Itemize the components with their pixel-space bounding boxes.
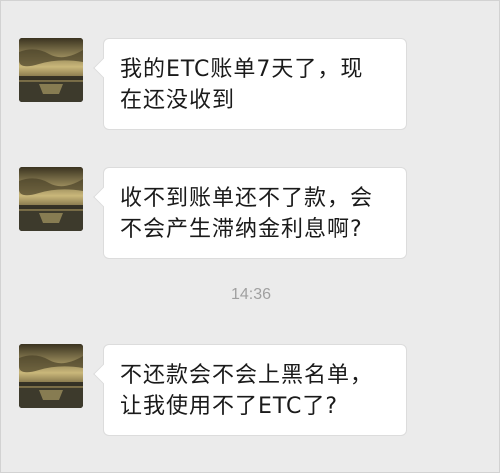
message-text: 不还款会不会上黑名单， 让我使用不了ETC了?	[120, 363, 374, 419]
sunset-sea-photo-icon	[19, 38, 83, 102]
message-timestamp: 14:36	[230, 286, 272, 303]
sunset-sea-photo-icon	[19, 167, 83, 231]
message-bubble[interactable]: 收不到账单还不了款，会 不会产生滞纳金利息啊?	[93, 167, 407, 259]
chat-window: 我的ETC账单7天了，现 在还没收到 收不到账单还不了款，会 不会产生滞纳金利息…	[0, 0, 500, 473]
message-text: 我的ETC账单7天了，现 在还没收到	[120, 57, 364, 113]
message-text: 收不到账单还不了款，会 不会产生滞纳金利息啊?	[120, 186, 374, 242]
sunset-sea-photo-icon	[19, 344, 83, 408]
avatar[interactable]	[19, 167, 83, 231]
message-bubble[interactable]: 我的ETC账单7天了，现 在还没收到	[93, 38, 407, 130]
message-bubble[interactable]: 不还款会不会上黑名单， 让我使用不了ETC了?	[93, 344, 407, 436]
avatar[interactable]	[19, 38, 83, 102]
avatar[interactable]	[19, 344, 83, 408]
